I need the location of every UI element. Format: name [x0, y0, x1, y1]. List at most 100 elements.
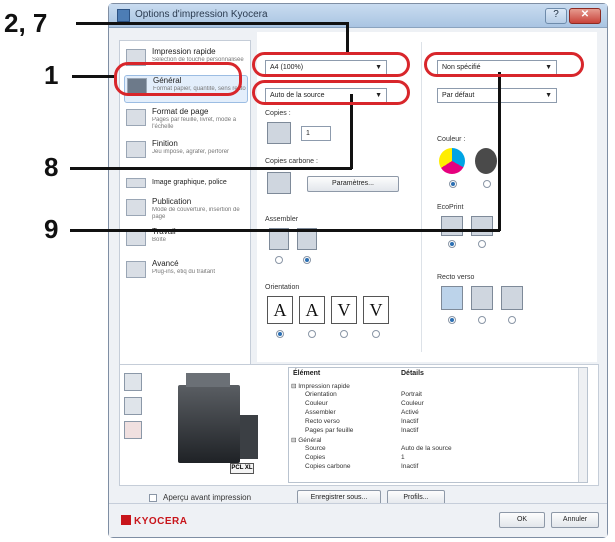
sidebar-item-desc: Mode de couverture, insertion de page — [152, 207, 240, 220]
color-mode-icon — [439, 148, 465, 174]
default-select[interactable]: Par défaut ▼ — [437, 88, 557, 103]
help-button[interactable]: ? — [545, 8, 567, 24]
carbon-copies-label: Copies carbone : — [265, 158, 318, 165]
color-view-icon[interactable] — [124, 421, 142, 439]
sidebar-item-image[interactable]: Image graphique, police — [124, 176, 248, 192]
highlight-paper-size — [252, 52, 410, 77]
duplex-short-radio[interactable] — [508, 316, 516, 324]
details-scrollbar[interactable] — [578, 368, 587, 482]
kyocera-logo-icon — [121, 515, 131, 525]
printer-app-icon — [117, 9, 130, 22]
callout-1: 1 — [44, 60, 59, 90]
sidebar-item-label: Avancé — [152, 259, 179, 268]
color-label: Couleur : — [437, 136, 466, 143]
sidebar-item-desc: Pages par feuille, livret, mode à l'éche… — [152, 117, 237, 130]
dialog-footer: KYOCERA OK Annuler — [109, 503, 607, 537]
table-row: Couleur Couleur — [305, 400, 424, 407]
collate-label: Assembler — [265, 216, 299, 223]
orientation-landscape-radio[interactable] — [340, 330, 348, 338]
callout-line — [70, 229, 500, 232]
preview-checkbox[interactable] — [149, 494, 157, 502]
sidebar-item-label: Impression rapide — [152, 47, 216, 56]
window-title: Options d'impression Kyocera — [135, 9, 268, 20]
callout-2-7: 2, 7 — [4, 8, 48, 38]
highlight-general — [114, 62, 242, 96]
orientation-portrait-rotated-radio[interactable] — [308, 330, 316, 338]
duplex-short-edge-icon — [501, 286, 523, 310]
sidebar-item-label: Finition — [152, 139, 178, 148]
printer-view-icon[interactable] — [124, 373, 142, 391]
orientation-portrait-radio[interactable] — [276, 330, 284, 338]
sidebar-item-finition[interactable]: Finition Jeu impose, agrafer, perforer — [124, 139, 248, 165]
preview-area: PCL XL Élément Détails ⊟ Impression rapi… — [119, 364, 599, 486]
carbon-settings-button[interactable]: Paramètres... — [307, 176, 399, 192]
ecoprint-off-icon — [441, 216, 463, 236]
table-row: Source Auto de la source — [305, 445, 452, 452]
orientation-landscape-rotated-radio[interactable] — [372, 330, 380, 338]
sidebar-item-label: Format de page — [152, 107, 209, 116]
table-row: Copies carbone Inactif — [305, 463, 419, 470]
sidebar-item-desc: Plug-ins, étiq du traitant — [152, 269, 216, 275]
cancel-button[interactable]: Annuler — [551, 512, 599, 528]
image-icon — [126, 178, 146, 188]
callout-8: 8 — [44, 152, 59, 182]
advanced-icon — [126, 261, 146, 278]
details-table: Élément Détails ⊟ Impression rapide Orie… — [288, 367, 588, 483]
column-header-element: Élément — [293, 370, 321, 377]
table-row: ⊟ Impression rapide — [291, 383, 350, 390]
callout-line — [498, 72, 501, 231]
callout-line — [350, 94, 353, 169]
table-row: Assembler Activé — [305, 409, 419, 416]
chevron-down-icon: ▼ — [545, 92, 552, 99]
ok-button[interactable]: OK — [499, 512, 545, 528]
duplex-label: Recto verso — [437, 274, 475, 281]
duplex-long-edge-icon — [471, 286, 493, 310]
portrait-icon: A — [267, 296, 293, 324]
divider — [421, 42, 422, 352]
monochrome-mode-icon — [475, 148, 497, 174]
sidebar-item-desc: Boîte — [152, 237, 167, 243]
ecoprint-off-radio[interactable] — [448, 240, 456, 248]
portrait-rotated-icon: A — [299, 296, 325, 324]
preview-checkbox-label: Aperçu avant impression — [163, 493, 252, 502]
color-radio[interactable] — [449, 180, 457, 188]
printer-image — [178, 373, 258, 463]
sidebar-item-desc: Jeu impose, agrafer, perforer — [152, 149, 230, 155]
callout-line — [72, 75, 116, 78]
callout-9: 9 — [44, 214, 59, 244]
simplex-icon — [441, 286, 463, 310]
kyocera-logo: KYOCERA — [121, 515, 188, 527]
ecoprint-on-radio[interactable] — [478, 240, 486, 248]
table-row: Copies 1 — [305, 454, 405, 461]
sidebar-item-publication[interactable]: Publication Mode de couverture, insertio… — [124, 197, 248, 223]
page-view-icon[interactable] — [124, 397, 142, 415]
uncollate-radio[interactable] — [275, 256, 283, 264]
monochrome-radio[interactable] — [483, 180, 491, 188]
copies-value: 1 — [306, 130, 310, 137]
highlight-source — [252, 80, 410, 105]
close-button[interactable]: ✕ — [569, 8, 601, 24]
column-header-details: Détails — [401, 370, 424, 377]
highlight-media-type — [424, 52, 584, 77]
duplex-off-radio[interactable] — [448, 316, 456, 324]
sidebar-item-avance[interactable]: Avancé Plug-ins, étiq du traitant — [124, 259, 248, 285]
table-row: Recto verso Inactif — [305, 418, 419, 425]
landscape-rotated-icon: V — [363, 296, 389, 324]
finishing-icon — [126, 141, 146, 158]
duplex-long-radio[interactable] — [478, 316, 486, 324]
sidebar-item-label: Publication — [152, 197, 192, 206]
landscape-icon: V — [331, 296, 357, 324]
pcl-badge: PCL XL — [230, 463, 254, 474]
ecoprint-label: EcoPrint — [437, 204, 464, 211]
table-row: Pages par feuille Inactif — [305, 427, 419, 434]
copies-stepper[interactable]: 1 — [301, 126, 331, 141]
callout-line — [76, 22, 348, 25]
collate-radio[interactable] — [303, 256, 311, 264]
copies-label: Copies : — [265, 110, 291, 117]
sidebar-item-format-page[interactable]: Format de page Pages par feuille, livret… — [124, 107, 248, 133]
callout-line — [346, 22, 349, 54]
callout-line — [70, 167, 352, 170]
table-row: Orientation Portrait — [305, 391, 422, 398]
orientation-label: Orientation — [265, 284, 300, 291]
publication-icon — [126, 199, 146, 216]
